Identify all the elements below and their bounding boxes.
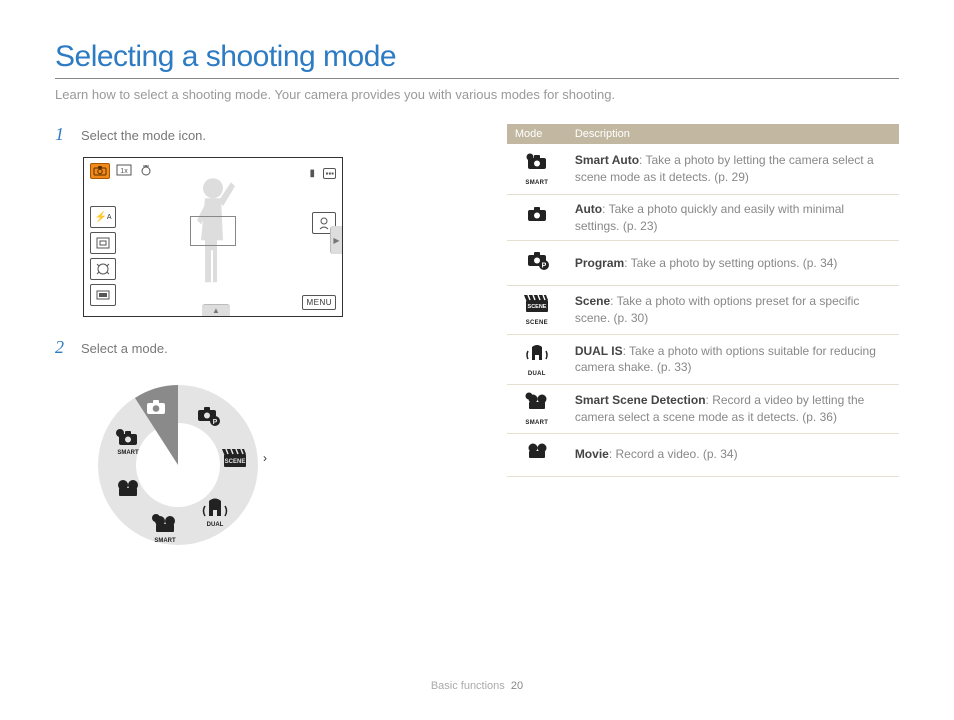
af-frame xyxy=(190,216,236,246)
step-2-number: 2 xyxy=(55,337,69,358)
step-2-text: Select a mode. xyxy=(81,341,168,356)
battery-icon: ▪▪▪ xyxy=(323,168,336,179)
svg-text:SMART: SMART xyxy=(154,538,176,544)
mode-dial-illustration: P SMART SCENE › xyxy=(83,370,273,560)
right-column: Mode Description SMARTSmart Auto: Take a… xyxy=(507,124,899,560)
display-icon xyxy=(90,284,116,306)
svg-text:›: › xyxy=(263,451,267,465)
lcd-arrow-bottom: ▲ xyxy=(202,304,230,316)
mode-icon-cell: SMART xyxy=(507,144,567,194)
table-row: SMARTSmart Scene Detection: Record a vid… xyxy=(507,385,899,434)
page-title: Selecting a shooting mode xyxy=(55,40,899,79)
table-row: SCENESCENEScene: Take a photo with optio… xyxy=(507,285,899,334)
mode-desc-cell: Scene: Take a photo with options preset … xyxy=(567,285,899,334)
face-detect-icon xyxy=(90,258,116,280)
th-mode: Mode xyxy=(507,124,567,144)
mode-icon-cell xyxy=(507,194,567,241)
lcd-arrow-right: ▶ xyxy=(330,226,342,254)
svg-text:P: P xyxy=(213,419,218,426)
size-indicator-icon: 1x xyxy=(114,162,134,178)
table-row: P Program: Take a photo by setting option… xyxy=(507,241,899,285)
table-row: DUALDUAL IS: Take a photo with options s… xyxy=(507,334,899,385)
svg-text:P: P xyxy=(541,263,546,270)
step-2: 2 Select a mode. xyxy=(55,337,467,358)
focus-frame-icon xyxy=(90,232,116,254)
mode-icon-cell: P xyxy=(507,241,567,285)
svg-text:SMART: SMART xyxy=(117,450,139,456)
page-footer: Basic functions 20 xyxy=(0,680,954,692)
flash-icon: ⚡A xyxy=(90,206,116,228)
table-row: Movie: Record a video. (p. 34) xyxy=(507,434,899,476)
left-column: 1 Select the mode icon. 1x ▮ xyxy=(55,124,467,560)
mode-desc-cell: Program: Take a photo by setting options… xyxy=(567,241,899,285)
footer-page: 20 xyxy=(511,680,523,692)
modes-table: Mode Description SMARTSmart Auto: Take a… xyxy=(507,124,899,477)
storage-icon: ▮ xyxy=(310,168,316,179)
mode-icon-cell: SMART xyxy=(507,385,567,434)
table-row: Auto: Take a photo quickly and easily wi… xyxy=(507,194,899,241)
intro-text: Learn how to select a shooting mode. You… xyxy=(55,87,899,102)
footer-section: Basic functions xyxy=(431,680,505,692)
mode-icon-cell: SCENESCENE xyxy=(507,285,567,334)
step-1-number: 1 xyxy=(55,124,69,145)
mode-icon-cell xyxy=(507,434,567,476)
mode-icon-cell: DUAL xyxy=(507,334,567,385)
mode-desc-cell: Auto: Take a photo quickly and easily wi… xyxy=(567,194,899,241)
timer-icon xyxy=(139,162,153,178)
mode-icon xyxy=(90,163,110,179)
svg-text:DUAL: DUAL xyxy=(207,522,224,528)
camera-lcd-illustration: 1x ▮ ▪▪▪ ⚡A xyxy=(83,157,343,317)
table-row: SMARTSmart Auto: Take a photo by letting… xyxy=(507,144,899,194)
svg-text:1x: 1x xyxy=(121,168,129,175)
th-desc: Description xyxy=(567,124,899,144)
step-1: 1 Select the mode icon. xyxy=(55,124,467,145)
mode-desc-cell: DUAL IS: Take a photo with options suita… xyxy=(567,334,899,385)
mode-desc-cell: Movie: Record a video. (p. 34) xyxy=(567,434,899,476)
content-columns: 1 Select the mode icon. 1x ▮ xyxy=(55,124,899,560)
svg-text:SCENE: SCENE xyxy=(225,459,246,465)
step-1-text: Select the mode icon. xyxy=(81,128,206,143)
menu-button-label: MENU xyxy=(302,295,336,310)
svg-text:SCENE: SCENE xyxy=(527,304,546,310)
mode-desc-cell: Smart Auto: Take a photo by letting the … xyxy=(567,144,899,194)
mode-desc-cell: Smart Scene Detection: Record a video by… xyxy=(567,385,899,434)
